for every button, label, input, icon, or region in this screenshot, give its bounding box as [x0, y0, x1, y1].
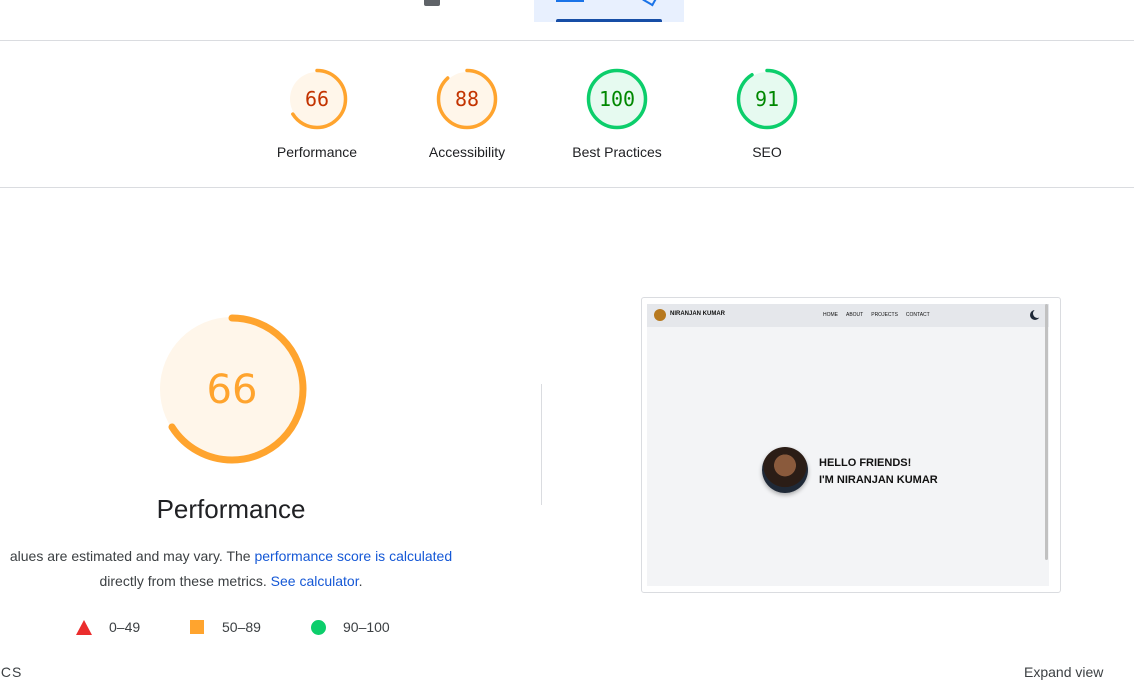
active-tab-indicator	[556, 19, 662, 22]
site-nav-home: HOME	[823, 312, 838, 318]
gauge-performance[interactable]: 66 Performance	[257, 68, 377, 160]
gauge-performance-label: Performance	[276, 144, 358, 160]
performance-description: alues are estimated and may vary. The pe…	[0, 544, 522, 594]
gauge-best-practices-ring: 100	[586, 68, 648, 130]
metrics-heading: ICS	[0, 664, 23, 680]
site-nav-projects: PROJECTS	[871, 312, 898, 318]
profile-avatar	[762, 447, 808, 493]
search-icon	[642, 0, 658, 7]
gauge-performance-score: 66	[305, 87, 329, 111]
see-calculator-link[interactable]: See calculator	[271, 573, 359, 589]
legend-pass-range: 90–100	[343, 619, 390, 635]
legend-pass: 90–100	[311, 618, 390, 636]
section-divider	[541, 384, 542, 505]
fail-triangle-icon	[76, 619, 92, 635]
gauge-performance-ring: 66	[286, 68, 348, 130]
gauge-accessibility[interactable]: 88 Accessibility	[407, 68, 527, 160]
average-square-icon	[190, 620, 204, 634]
gauge-best-practices[interactable]: 100 Best Practices	[557, 68, 677, 160]
description-suffix: .	[358, 573, 363, 589]
site-nav-about: ABOUT	[846, 312, 864, 318]
gauge-accessibility-score: 88	[455, 87, 479, 111]
report-toolbar	[0, 0, 1134, 41]
legend-average: 50–89	[190, 618, 261, 636]
final-screenshot[interactable]: NIRANJAN KUMAR HOME ABOUT PROJECTS CONTA…	[641, 297, 1061, 593]
site-brand: NIRANJAN KUMAR	[670, 311, 725, 317]
performance-gauge-large-ring: 66	[157, 314, 307, 464]
screenshot-scrollbar	[1045, 304, 1048, 560]
site-logo-icon	[654, 309, 666, 321]
description-middle: directly from these metrics.	[99, 573, 271, 589]
gauge-seo[interactable]: 91 SEO	[707, 68, 827, 160]
gauge-accessibility-ring: 88	[436, 68, 498, 130]
gauge-seo-score: 91	[755, 87, 779, 111]
hero-line-1: HELLO FRIENDS!	[819, 457, 912, 469]
menu-icon	[556, 0, 584, 2]
gauge-accessibility-label: Accessibility	[428, 144, 506, 160]
gauge-seo-label: SEO	[752, 144, 782, 160]
dark-mode-moon-icon	[1030, 309, 1042, 320]
pass-circle-icon	[311, 619, 326, 635]
site-nav-contact: CONTACT	[905, 312, 930, 318]
legend-average-range: 50–89	[222, 619, 261, 635]
site-nav-links: HOME ABOUT PROJECTS CONTACT	[823, 312, 930, 318]
performance-title: Performance	[156, 494, 306, 524]
gauge-best-practices-label: Best Practices	[572, 144, 662, 160]
screenshot-page: NIRANJAN KUMAR HOME ABOUT PROJECTS CONTA…	[647, 304, 1049, 586]
legend-fail-range: 0–49	[109, 619, 141, 635]
hero-text: HELLO FRIENDS! I'M NIRANJAN KUMAR	[819, 455, 938, 489]
gauge-best-practices-score: 100	[599, 87, 635, 111]
document-icon[interactable]	[424, 0, 440, 6]
expand-view-toggle[interactable]: Expand view	[1024, 664, 1103, 680]
category-gauges: 66 Performance 88 Accessibility 100 Best…	[0, 40, 1134, 188]
hero-line-2: I'M NIRANJAN KUMAR	[819, 474, 938, 486]
score-calculation-link[interactable]: performance score is calculated	[254, 548, 452, 564]
active-tab[interactable]	[534, 0, 684, 22]
description-prefix: alues are estimated and may vary. The	[9, 548, 255, 564]
gauge-seo-ring: 91	[736, 68, 798, 130]
screenshot-navbar: NIRANJAN KUMAR HOME ABOUT PROJECTS CONTA…	[647, 304, 1049, 327]
legend-fail: 0–49	[76, 618, 140, 636]
performance-gauge-large: 66	[156, 313, 308, 470]
performance-gauge-large-score: 66	[207, 367, 258, 413]
